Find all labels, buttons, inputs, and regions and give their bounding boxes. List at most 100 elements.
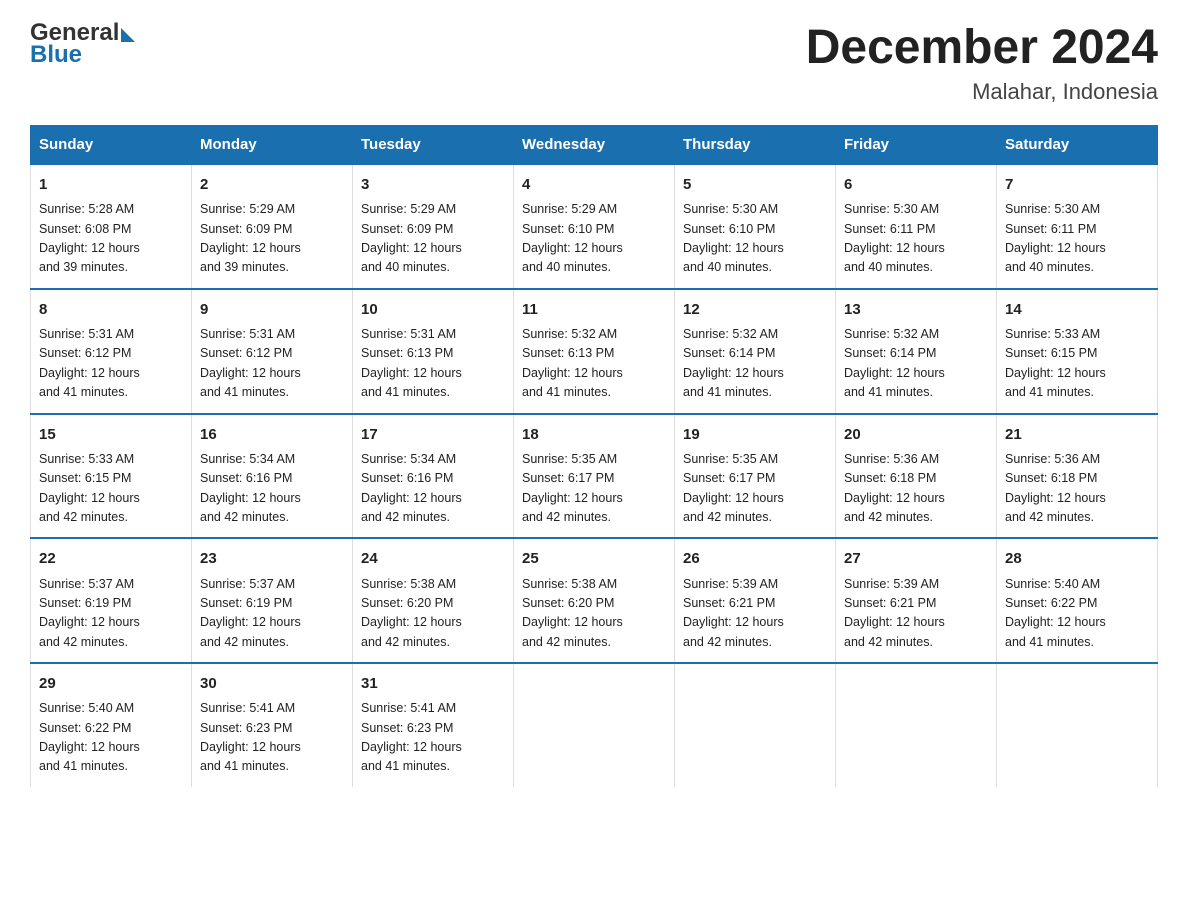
day-number: 27 [844,547,988,570]
day-number: 30 [200,672,344,695]
day-info: Sunrise: 5:30 AM Sunset: 6:11 PM Dayligh… [1005,200,1149,278]
day-info: Sunrise: 5:31 AM Sunset: 6:13 PM Dayligh… [361,325,505,403]
calendar-week-2: 8 Sunrise: 5:31 AM Sunset: 6:12 PM Dayli… [31,289,1158,414]
day-number: 12 [683,298,827,321]
day-info: Sunrise: 5:30 AM Sunset: 6:10 PM Dayligh… [683,200,827,278]
day-info: Sunrise: 5:32 AM Sunset: 6:14 PM Dayligh… [844,325,988,403]
day-info: Sunrise: 5:32 AM Sunset: 6:13 PM Dayligh… [522,325,666,403]
calendar-cell: 28 Sunrise: 5:40 AM Sunset: 6:22 PM Dayl… [997,538,1158,663]
logo-blue: Blue [30,42,135,68]
calendar-cell [997,663,1158,787]
calendar-cell [514,663,675,787]
day-number: 29 [39,672,183,695]
day-number: 1 [39,173,183,196]
calendar-week-1: 1 Sunrise: 5:28 AM Sunset: 6:08 PM Dayli… [31,164,1158,289]
day-number: 19 [683,423,827,446]
day-number: 15 [39,423,183,446]
calendar-header: SundayMondayTuesdayWednesdayThursdayFrid… [31,126,1158,165]
calendar-week-3: 15 Sunrise: 5:33 AM Sunset: 6:15 PM Dayl… [31,414,1158,539]
calendar-cell: 18 Sunrise: 5:35 AM Sunset: 6:17 PM Dayl… [514,414,675,539]
logo: General Blue [30,20,135,69]
calendar-cell: 26 Sunrise: 5:39 AM Sunset: 6:21 PM Dayl… [675,538,836,663]
calendar-cell: 13 Sunrise: 5:32 AM Sunset: 6:14 PM Dayl… [836,289,997,414]
calendar-cell: 2 Sunrise: 5:29 AM Sunset: 6:09 PM Dayli… [192,164,353,289]
day-info: Sunrise: 5:39 AM Sunset: 6:21 PM Dayligh… [683,575,827,653]
day-number: 7 [1005,173,1149,196]
day-number: 8 [39,298,183,321]
calendar-cell: 23 Sunrise: 5:37 AM Sunset: 6:19 PM Dayl… [192,538,353,663]
calendar-cell: 14 Sunrise: 5:33 AM Sunset: 6:15 PM Dayl… [997,289,1158,414]
col-header-monday: Monday [192,126,353,165]
day-number: 9 [200,298,344,321]
calendar-week-4: 22 Sunrise: 5:37 AM Sunset: 6:19 PM Dayl… [31,538,1158,663]
calendar-cell: 17 Sunrise: 5:34 AM Sunset: 6:16 PM Dayl… [353,414,514,539]
day-info: Sunrise: 5:31 AM Sunset: 6:12 PM Dayligh… [200,325,344,403]
day-info: Sunrise: 5:33 AM Sunset: 6:15 PM Dayligh… [1005,325,1149,403]
col-header-sunday: Sunday [31,126,192,165]
day-info: Sunrise: 5:34 AM Sunset: 6:16 PM Dayligh… [200,450,344,528]
calendar-cell: 10 Sunrise: 5:31 AM Sunset: 6:13 PM Dayl… [353,289,514,414]
day-number: 17 [361,423,505,446]
col-header-thursday: Thursday [675,126,836,165]
calendar-cell: 21 Sunrise: 5:36 AM Sunset: 6:18 PM Dayl… [997,414,1158,539]
day-info: Sunrise: 5:39 AM Sunset: 6:21 PM Dayligh… [844,575,988,653]
day-number: 16 [200,423,344,446]
calendar-cell: 27 Sunrise: 5:39 AM Sunset: 6:21 PM Dayl… [836,538,997,663]
calendar-cell: 29 Sunrise: 5:40 AM Sunset: 6:22 PM Dayl… [31,663,192,787]
day-info: Sunrise: 5:32 AM Sunset: 6:14 PM Dayligh… [683,325,827,403]
day-number: 24 [361,547,505,570]
day-info: Sunrise: 5:33 AM Sunset: 6:15 PM Dayligh… [39,450,183,528]
day-number: 3 [361,173,505,196]
day-info: Sunrise: 5:40 AM Sunset: 6:22 PM Dayligh… [1005,575,1149,653]
day-info: Sunrise: 5:36 AM Sunset: 6:18 PM Dayligh… [1005,450,1149,528]
day-number: 10 [361,298,505,321]
calendar-cell: 19 Sunrise: 5:35 AM Sunset: 6:17 PM Dayl… [675,414,836,539]
col-header-wednesday: Wednesday [514,126,675,165]
calendar-cell: 3 Sunrise: 5:29 AM Sunset: 6:09 PM Dayli… [353,164,514,289]
day-number: 26 [683,547,827,570]
day-info: Sunrise: 5:29 AM Sunset: 6:09 PM Dayligh… [200,200,344,278]
day-number: 25 [522,547,666,570]
page-title: December 2024 [806,20,1158,75]
calendar-cell: 24 Sunrise: 5:38 AM Sunset: 6:20 PM Dayl… [353,538,514,663]
day-info: Sunrise: 5:41 AM Sunset: 6:23 PM Dayligh… [200,699,344,777]
day-info: Sunrise: 5:34 AM Sunset: 6:16 PM Dayligh… [361,450,505,528]
day-number: 13 [844,298,988,321]
day-info: Sunrise: 5:35 AM Sunset: 6:17 PM Dayligh… [683,450,827,528]
calendar-cell: 22 Sunrise: 5:37 AM Sunset: 6:19 PM Dayl… [31,538,192,663]
day-number: 11 [522,298,666,321]
day-info: Sunrise: 5:37 AM Sunset: 6:19 PM Dayligh… [39,575,183,653]
day-info: Sunrise: 5:40 AM Sunset: 6:22 PM Dayligh… [39,699,183,777]
title-block: December 2024 Malahar, Indonesia [806,20,1158,105]
day-number: 28 [1005,547,1149,570]
day-info: Sunrise: 5:38 AM Sunset: 6:20 PM Dayligh… [361,575,505,653]
calendar-week-5: 29 Sunrise: 5:40 AM Sunset: 6:22 PM Dayl… [31,663,1158,787]
col-header-tuesday: Tuesday [353,126,514,165]
calendar-cell [836,663,997,787]
page-subtitle: Malahar, Indonesia [806,79,1158,105]
calendar-cell: 7 Sunrise: 5:30 AM Sunset: 6:11 PM Dayli… [997,164,1158,289]
day-info: Sunrise: 5:29 AM Sunset: 6:09 PM Dayligh… [361,200,505,278]
calendar-cell [675,663,836,787]
day-info: Sunrise: 5:37 AM Sunset: 6:19 PM Dayligh… [200,575,344,653]
col-header-friday: Friday [836,126,997,165]
day-number: 6 [844,173,988,196]
calendar-cell: 25 Sunrise: 5:38 AM Sunset: 6:20 PM Dayl… [514,538,675,663]
logo-triangle-icon [121,28,135,42]
day-info: Sunrise: 5:41 AM Sunset: 6:23 PM Dayligh… [361,699,505,777]
day-number: 18 [522,423,666,446]
calendar-cell: 6 Sunrise: 5:30 AM Sunset: 6:11 PM Dayli… [836,164,997,289]
calendar-cell: 31 Sunrise: 5:41 AM Sunset: 6:23 PM Dayl… [353,663,514,787]
col-header-saturday: Saturday [997,126,1158,165]
calendar-cell: 4 Sunrise: 5:29 AM Sunset: 6:10 PM Dayli… [514,164,675,289]
calendar-cell: 15 Sunrise: 5:33 AM Sunset: 6:15 PM Dayl… [31,414,192,539]
day-info: Sunrise: 5:28 AM Sunset: 6:08 PM Dayligh… [39,200,183,278]
day-info: Sunrise: 5:35 AM Sunset: 6:17 PM Dayligh… [522,450,666,528]
day-number: 31 [361,672,505,695]
calendar-cell: 8 Sunrise: 5:31 AM Sunset: 6:12 PM Dayli… [31,289,192,414]
calendar-cell: 16 Sunrise: 5:34 AM Sunset: 6:16 PM Dayl… [192,414,353,539]
day-number: 5 [683,173,827,196]
calendar-cell: 20 Sunrise: 5:36 AM Sunset: 6:18 PM Dayl… [836,414,997,539]
day-number: 22 [39,547,183,570]
calendar-cell: 11 Sunrise: 5:32 AM Sunset: 6:13 PM Dayl… [514,289,675,414]
